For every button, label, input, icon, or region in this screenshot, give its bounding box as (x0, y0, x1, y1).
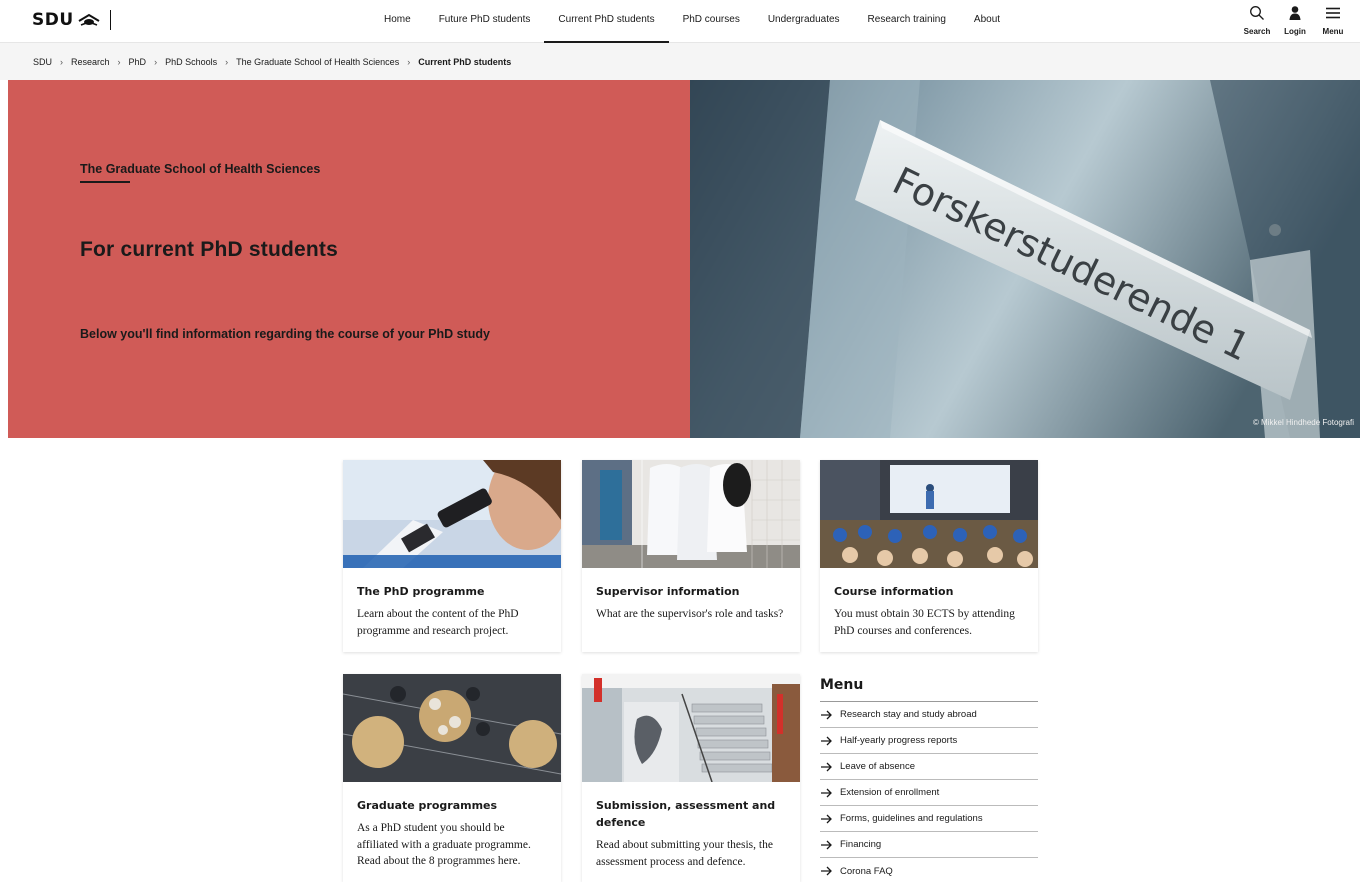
side-menu: Menu Research stay and study abroad Half… (820, 674, 1038, 882)
hero-banner: The Graduate School of Health Sciences F… (8, 80, 1360, 438)
side-menu-item-label: Forms, guidelines and regulations (840, 813, 983, 824)
photo-credit: © Mikkel Hindhede Fotografi (1252, 418, 1354, 427)
card-text: Read about submitting your thesis, the a… (596, 839, 773, 868)
menu-label: Menu (1322, 27, 1344, 36)
side-menu-item-extension[interactable]: Extension of enrollment (820, 780, 1038, 806)
card-text: Learn about the content of the PhD progr… (357, 608, 519, 637)
chevron-right-icon: › (60, 56, 64, 67)
side-menu-item-forms[interactable]: Forms, guidelines and regulations (820, 806, 1038, 832)
login-label: Login (1284, 27, 1306, 36)
site-header: SDU Home Future PhD students Current PhD… (0, 0, 1360, 43)
arrow-right-icon (821, 710, 832, 719)
search-button[interactable]: Search (1238, 5, 1276, 36)
logo-divider (109, 10, 111, 30)
card-submission-assessment-defence[interactable]: Submission, assessment and defence Read … (582, 674, 800, 882)
card-text: As a PhD student you should be affiliate… (357, 822, 531, 867)
nav-undergraduates[interactable]: Undergraduates (754, 0, 854, 43)
side-menu-item-label: Research stay and study abroad (840, 709, 977, 720)
breadcrumb-research[interactable]: Research (71, 57, 110, 67)
hero-image: Forskerstuderende 1 © Mikkel Hindhede Fo… (690, 80, 1360, 438)
kicker-underline (80, 181, 130, 183)
arrow-right-icon (821, 866, 832, 876)
card-phd-programme[interactable]: The PhD programme Learn about the conten… (343, 460, 561, 652)
sdu-logo[interactable]: SDU (32, 9, 111, 31)
arrow-right-icon (821, 736, 832, 745)
side-menu-title: Menu (820, 674, 1038, 702)
staircase-photo (582, 674, 800, 782)
chevron-right-icon: › (225, 56, 229, 67)
chevron-right-icon: › (154, 56, 158, 67)
lab-coats-photo (582, 460, 800, 568)
header-tools: Search Login Menu (1238, 5, 1352, 36)
nav-about[interactable]: About (960, 0, 1014, 43)
card-graduate-programmes[interactable]: Graduate programmes As a PhD student you… (343, 674, 561, 882)
page-title: For current PhD students (80, 238, 338, 261)
card-course-information[interactable]: Course information You must obtain 30 EC… (820, 460, 1038, 652)
search-label: Search (1243, 27, 1271, 36)
hero-subtitle: Below you'll find information regarding … (80, 327, 490, 341)
sdu-logo-icon (78, 13, 100, 26)
nav-phd-courses[interactable]: PhD courses (669, 0, 754, 43)
side-menu-item-corona-faq[interactable]: Corona FAQ (820, 858, 1038, 882)
card-title: The PhD programme (357, 585, 485, 598)
side-menu-item-label: Leave of absence (840, 761, 916, 772)
side-menu-item-label: Extension of enrollment (840, 787, 940, 798)
card-supervisor-information[interactable]: Supervisor information What are the supe… (582, 460, 800, 652)
breadcrumb: SDU › Research › PhD › PhD Schools › The… (0, 43, 1360, 80)
chevron-right-icon: › (407, 56, 411, 67)
breadcrumb-phd[interactable]: PhD (129, 57, 147, 67)
main-nav: Home Future PhD students Current PhD stu… (370, 0, 1014, 43)
door-sign-photo: Forskerstuderende 1 (690, 80, 1360, 438)
card-title: Submission, assessment and defence (596, 799, 776, 829)
breadcrumb-current: Current PhD students (418, 56, 512, 67)
chevron-right-icon: › (117, 56, 121, 67)
round-tables-photo (343, 674, 561, 782)
side-menu-item-research-stay[interactable]: Research stay and study abroad (820, 702, 1038, 728)
breadcrumb-sdu[interactable]: SDU (33, 57, 52, 67)
breadcrumb-phd-schools[interactable]: PhD Schools (165, 57, 217, 67)
card-title: Graduate programmes (357, 799, 498, 812)
side-menu-item-label: Corona FAQ (840, 865, 893, 877)
card-title: Supervisor information (596, 585, 740, 598)
arrow-right-icon (821, 762, 832, 771)
arrow-right-icon (821, 814, 832, 823)
hero-kicker: The Graduate School of Health Sciences (80, 162, 321, 176)
side-menu-item-label: Half-yearly progress reports (840, 735, 958, 746)
side-menu-item-leave-of-absence[interactable]: Leave of absence (820, 754, 1038, 780)
arrow-right-icon (821, 840, 832, 849)
card-title: Course information (834, 585, 954, 598)
side-menu-item-progress-reports[interactable]: Half-yearly progress reports (820, 728, 1038, 754)
arrow-right-icon (821, 788, 832, 797)
side-menu-item-label: Financing (840, 839, 882, 850)
nav-future-phd-students[interactable]: Future PhD students (425, 0, 545, 43)
nav-current-phd-students[interactable]: Current PhD students (544, 0, 669, 43)
card-text: What are the supervisor's role and tasks… (596, 608, 784, 620)
nav-home[interactable]: Home (370, 0, 425, 43)
breadcrumb-graduate-school[interactable]: The Graduate School of Health Sciences (236, 57, 399, 67)
lecture-hall-photo (820, 460, 1038, 568)
nav-research-training[interactable]: Research training (854, 0, 960, 43)
user-icon (1289, 6, 1301, 20)
microscope-photo (343, 460, 561, 568)
login-button[interactable]: Login (1276, 5, 1314, 36)
card-text: You must obtain 30 ECTS by attending PhD… (834, 608, 1015, 637)
logo-text: SDU (32, 10, 74, 30)
search-icon (1250, 6, 1264, 20)
menu-button[interactable]: Menu (1314, 5, 1352, 36)
hero-text-panel: The Graduate School of Health Sciences F… (8, 80, 690, 438)
side-menu-item-financing[interactable]: Financing (820, 832, 1038, 858)
hamburger-icon (1326, 7, 1340, 19)
